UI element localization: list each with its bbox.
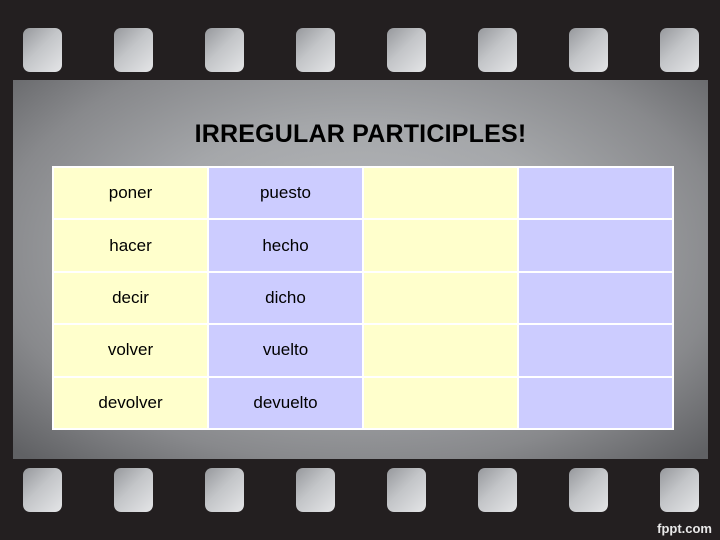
empty-cell [519,325,672,376]
table-row: devolver devuelto [54,377,672,428]
participle-cell: hecho [209,220,362,271]
table-row: hacer hecho [54,220,672,271]
empty-cell [519,220,672,271]
participle-cell: dicho [209,272,362,324]
sprocket-hole [660,468,699,512]
sprocket-hole [114,28,153,72]
table-row: decir dicho [54,272,672,324]
sprocket-hole [23,28,62,72]
sprocket-hole [23,468,62,512]
empty-cell [364,168,517,219]
empty-cell [519,168,672,219]
sprocket-hole [387,468,426,512]
sprocket-hole [569,468,608,512]
participle-cell: vuelto [209,325,362,376]
sprocket-hole [569,28,608,72]
empty-cell [519,272,672,324]
sprocket-hole [205,468,244,512]
film-strip-top [0,28,720,72]
infinitive-cell: hacer [54,220,207,271]
participles-table: poner puesto hacer hecho decir dicho vol… [52,166,674,430]
participle-cell: puesto [209,168,362,219]
sprocket-hole [478,468,517,512]
sprocket-hole [478,28,517,72]
infinitive-cell: volver [54,325,207,376]
infinitive-cell: decir [54,272,207,324]
empty-cell [519,377,672,428]
table-row: poner puesto [54,168,672,219]
film-strip-bottom [0,468,720,512]
slide-title: IRREGULAR PARTICIPLES! [194,120,527,148]
infinitive-cell: poner [54,168,207,219]
watermark: fppt.com [657,521,712,536]
sprocket-hole [205,28,244,72]
participle-cell: devuelto [209,377,362,428]
sprocket-hole [296,28,335,72]
empty-cell [364,220,517,271]
sprocket-hole [114,468,153,512]
sprocket-hole [296,468,335,512]
empty-cell [364,325,517,376]
table-row: volver vuelto [54,325,672,376]
slide-panel: IRREGULAR PARTICIPLES! poner puesto hace… [13,80,708,459]
sprocket-hole [387,28,426,72]
empty-cell [364,377,517,428]
sprocket-hole [660,28,699,72]
infinitive-cell: devolver [54,377,207,428]
empty-cell [364,272,517,324]
